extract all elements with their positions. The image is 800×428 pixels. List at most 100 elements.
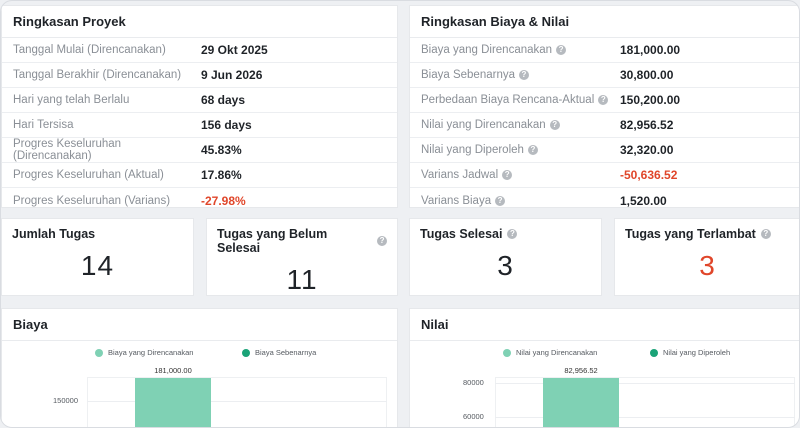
card-title-text: Jumlah Tugas — [12, 227, 96, 241]
card-unfinished-tasks: Tugas yang Belum Selesai? 11 — [206, 218, 398, 296]
summary-row: Progres Keseluruhan (Varians) -27.98% — [2, 188, 397, 213]
row-label-text: Nilai yang Diperoleh — [421, 144, 524, 156]
legend-swatch — [503, 348, 511, 357]
help-icon[interactable]: ? — [598, 95, 609, 105]
summary-row: Nilai yang Diperoleh? 32,320.00 — [410, 138, 799, 163]
row-label-text: Progres Keseluruhan (Direncanakan) — [13, 138, 122, 162]
summary-row: Varians Jadwal? -50,636.52 — [410, 163, 799, 188]
summary-row: Biaya Sebenarnya? 30,800.00 — [410, 63, 799, 88]
row-value: 9 Jun 2026 — [201, 68, 263, 82]
card-value: 11 — [286, 264, 318, 295]
help-icon[interactable]: ? — [495, 195, 506, 206]
summary-row: Perbedaan Biaya Rencana-Aktual? 150,200.0… — [410, 88, 799, 113]
row-label: Biaya Sebenarnya? — [410, 69, 620, 81]
row-value: 45.83% — [201, 143, 242, 157]
row-value: 29 Okt 2025 — [201, 43, 268, 57]
chart-title: Nilai — [410, 309, 799, 341]
row-label: Nilai yang Diperoleh? — [410, 144, 620, 156]
row-label-text: Progres Keseluruhan (Aktual) — [13, 169, 164, 181]
card-title: Tugas yang Belum Selesai? — [207, 219, 397, 255]
cost-summary-rows: Biaya yang Direncanakan? 181,000.00 Biaya … — [410, 38, 799, 213]
card-title-text: Tugas Selesai — [420, 227, 503, 241]
row-label: Nilai yang Direncanakan? — [410, 119, 620, 131]
help-icon[interactable]: ? — [556, 45, 567, 55]
card-value: 14 — [80, 250, 115, 281]
help-icon[interactable]: ? — [760, 229, 771, 239]
help-icon[interactable]: ? — [377, 236, 387, 246]
row-label: Perbedaan Biaya Rencana-Aktual? — [410, 94, 620, 106]
row-label-text: Tanggal Mulai (Direncanakan) — [13, 44, 166, 56]
summary-row: Varians Biaya? 1,520.00 — [410, 188, 799, 213]
row-label-text: Progres Keseluruhan (Varians) — [13, 194, 171, 207]
row-label: Tanggal Mulai (Direncanakan) — [2, 44, 201, 56]
card-title-text: Tugas yang Belum Selesai — [217, 227, 328, 255]
summary-row: Tanggal Berakhir (Direncanakan) 9 Jun 202… — [2, 63, 397, 88]
panel-title: Ringkasan Proyek — [2, 6, 397, 38]
legend-swatch — [242, 348, 250, 357]
row-label-text: Varians Jadwal — [421, 169, 499, 181]
card-value: 3 — [699, 250, 716, 281]
card-title: Jumlah Tugas — [2, 219, 193, 241]
card-completed-tasks: Tugas Selesai? 3 — [409, 218, 602, 296]
row-label-text: Perbedaan Biaya Rencana-Aktual — [421, 94, 595, 106]
chart-plot-area — [87, 377, 387, 427]
card-late-tasks: Tugas yang Terlambat? 3 — [614, 218, 799, 296]
bar-data-label: 82,956.52 — [564, 366, 598, 375]
summary-row: Progres Keseluruhan (Direncanakan) 45.83% — [2, 138, 397, 163]
legend-label: Biaya Sebenarnya — [255, 348, 317, 357]
row-label-text: Hari yang telah Berlalu — [13, 94, 130, 106]
gridline — [495, 383, 795, 384]
bar-planned-cost[interactable] — [135, 378, 211, 427]
row-label: Hari Tersisa — [2, 119, 201, 131]
bar-planned-value[interactable] — [543, 378, 619, 427]
summary-row: Hari yang telah Berlalu 68 days — [2, 88, 397, 113]
y-tick-label: 80000 — [463, 378, 484, 387]
legend-swatch — [95, 348, 103, 357]
row-value: 156 days — [201, 118, 252, 132]
row-value: 82,956.52 — [620, 118, 674, 132]
row-label-text: Biaya Sebenarnya — [421, 69, 515, 81]
y-tick-label: 60000 — [463, 412, 484, 421]
cost-chart-panel: Biaya Biaya yang Direncanakan Biaya Sebe… — [1, 308, 398, 427]
chart-plot-area — [495, 377, 795, 427]
dashboard: Ringkasan Proyek Tanggal Mulai (Direncan… — [0, 0, 800, 428]
card-title-text: Tugas yang Terlambat — [625, 227, 756, 241]
chart-legend-item: Nilai yang Direncanakan — [503, 348, 597, 357]
card-title: Tugas yang Terlambat? — [615, 219, 799, 241]
row-label-text: Hari Tersisa — [13, 119, 74, 131]
row-value: -27.98% — [201, 193, 246, 208]
row-label-text: Nilai yang Direncanakan — [421, 119, 546, 131]
summary-row: Progres Keseluruhan (Aktual) 17.86% — [2, 163, 397, 188]
row-value: 32,320.00 — [620, 143, 674, 157]
bar-data-label: 181,000.00 — [154, 366, 192, 375]
row-label: Varians Jadwal? — [410, 169, 620, 181]
help-icon[interactable]: ? — [502, 170, 513, 180]
legend-label: Nilai yang Diperoleh — [663, 348, 731, 357]
row-label: Hari yang telah Berlalu — [2, 94, 201, 106]
summary-row: Tanggal Mulai (Direncanakan) 29 Okt 2025 — [2, 38, 397, 63]
row-label: Biaya yang Direncanakan? — [410, 44, 620, 56]
row-label: Progres Keseluruhan (Direncanakan) — [2, 138, 201, 162]
legend-label: Biaya yang Direncanakan — [108, 348, 194, 357]
legend-label: Nilai yang Direncanakan — [516, 348, 598, 357]
summary-row: Nilai yang Direncanakan? 82,956.52 — [410, 113, 799, 138]
help-icon[interactable]: ? — [549, 120, 560, 130]
project-summary-panel: Ringkasan Proyek Tanggal Mulai (Direncan… — [1, 5, 398, 208]
row-label: Progres Keseluruhan (Varians) — [2, 195, 201, 207]
row-label-text: Biaya yang Direncanakan — [421, 44, 553, 56]
chart-legend-item: Biaya Sebenarnya — [242, 348, 316, 357]
summary-row: Biaya yang Direncanakan? 181,000.00 — [410, 38, 799, 63]
row-value: 17.86% — [201, 168, 242, 182]
y-tick-label: 150000 — [53, 396, 79, 405]
legend-swatch — [650, 348, 658, 357]
row-label-text: Tanggal Berakhir (Direncanakan) — [13, 69, 182, 81]
row-label: Tanggal Berakhir (Direncanakan) — [2, 69, 201, 81]
row-value: 150,200.00 — [620, 93, 681, 107]
cost-summary-panel: Ringkasan Biaya & Nilai Biaya yang Diren… — [409, 5, 799, 208]
card-total-tasks: Jumlah Tugas 14 — [1, 218, 194, 296]
help-icon[interactable]: ? — [507, 229, 518, 239]
row-value: -50,636.52 — [620, 168, 678, 182]
help-icon[interactable]: ? — [518, 70, 529, 80]
value-chart-panel: Nilai Nilai yang Direncanakan Nilai yang… — [409, 308, 799, 427]
help-icon[interactable]: ? — [527, 145, 538, 155]
